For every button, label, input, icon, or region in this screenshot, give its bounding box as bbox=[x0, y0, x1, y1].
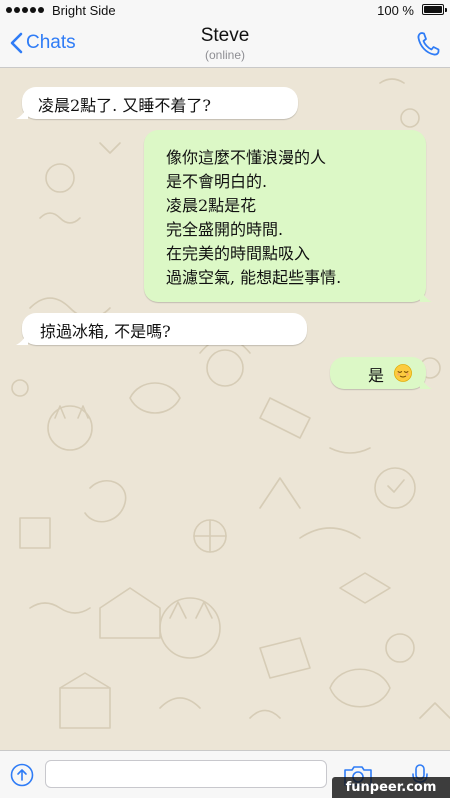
call-button[interactable] bbox=[416, 31, 440, 62]
message-line: 凌晨2點是花 bbox=[166, 196, 257, 215]
message-text: 是 bbox=[368, 366, 385, 385]
signal-strength-icon bbox=[6, 7, 44, 13]
status-bar: Bright Side 100 % bbox=[0, 0, 450, 22]
carrier-name: Bright Side bbox=[52, 3, 116, 18]
chat-header: Chats Steve (online) bbox=[0, 22, 450, 68]
battery-level-fill bbox=[424, 6, 442, 13]
message-input[interactable] bbox=[45, 760, 327, 788]
message-line: 像你這麼不懂浪漫的人 bbox=[166, 148, 327, 167]
contact-status: (online) bbox=[204, 48, 246, 62]
outgoing-message-bubble[interactable]: 是 bbox=[330, 357, 432, 389]
outgoing-message-bubble[interactable]: 像你這麼不懂浪漫的人 是不會明白的. 凌晨2點是花 完全盛開的時間. 在完美的時… bbox=[144, 130, 432, 302]
message-text: 掠過冰箱, 不是嗎? bbox=[40, 322, 171, 341]
message-text: 凌晨2點了. 又睡不着了? bbox=[38, 96, 211, 115]
bubble-tail bbox=[16, 331, 28, 345]
message-line: 是不會明白的. bbox=[166, 172, 268, 191]
share-up-arrow-icon bbox=[10, 763, 34, 791]
incoming-message-bubble[interactable]: 掠過冰箱, 不是嗎? bbox=[16, 313, 307, 345]
relieved-face-emoji bbox=[394, 364, 412, 382]
message-line: 完全盛開的時間. bbox=[166, 220, 284, 239]
chat-area[interactable]: 凌晨2點了. 又睡不着了? 像你這麼不懂浪漫的人 是不會明白的. 凌晨2點是花 … bbox=[0, 68, 450, 750]
phone-icon bbox=[416, 32, 440, 61]
bubble-tail bbox=[420, 288, 432, 302]
battery-percentage: 100 % bbox=[377, 3, 414, 18]
site-watermark: funpeer.com bbox=[332, 777, 450, 798]
bubble-tail bbox=[16, 105, 28, 119]
incoming-message-bubble[interactable]: 凌晨2點了. 又睡不着了? bbox=[16, 87, 298, 119]
message-line: 在完美的時間點吸入 bbox=[166, 244, 311, 263]
battery-icon bbox=[422, 4, 447, 15]
bubble-tail bbox=[420, 375, 432, 389]
contact-name: Steve bbox=[200, 25, 250, 46]
message-line: 過濾空氣, 能想起些事情. bbox=[166, 268, 342, 287]
attach-button[interactable] bbox=[10, 763, 34, 791]
contact-info[interactable]: Steve (online) bbox=[0, 25, 450, 63]
